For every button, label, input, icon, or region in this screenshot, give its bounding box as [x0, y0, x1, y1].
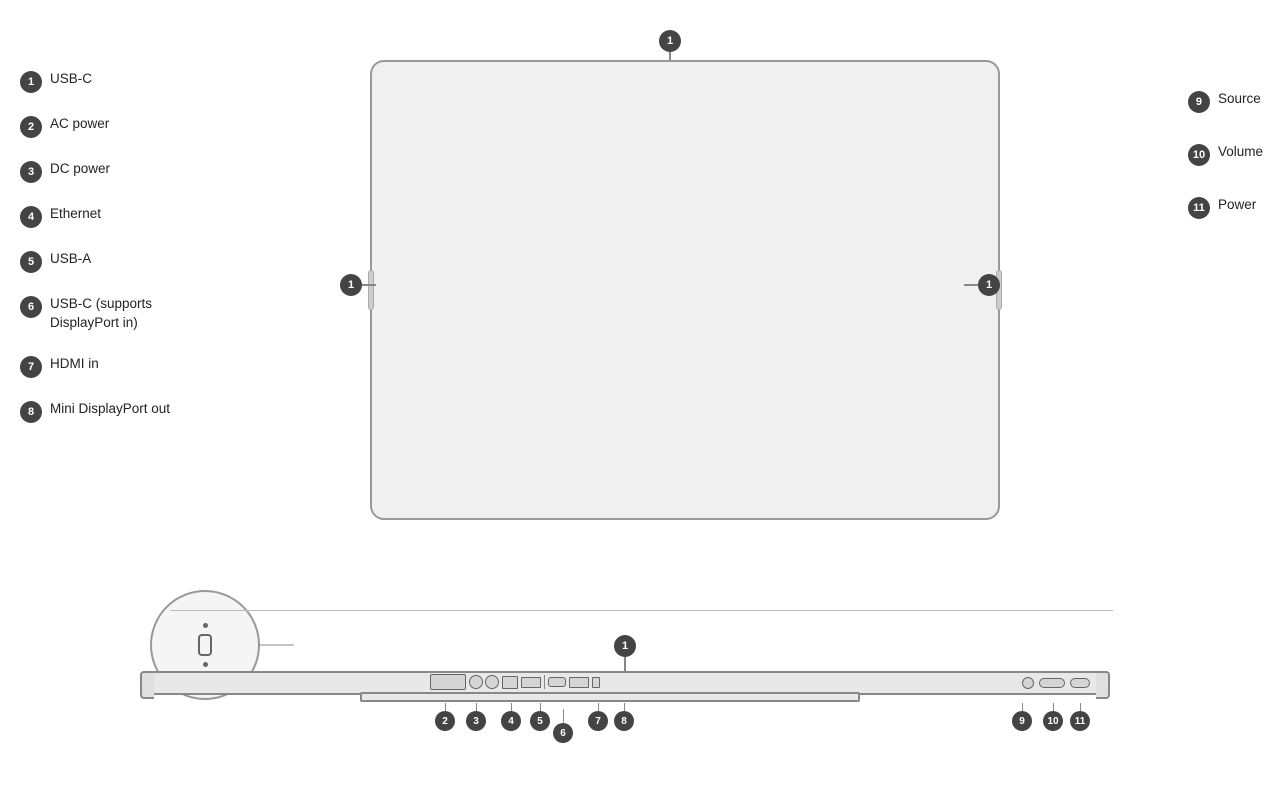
left-labels: 1 USB-C 2 AC power 3 DC power 4 Ethernet… — [20, 70, 170, 423]
bottom-section: 1 — [0, 615, 1283, 807]
device-front-view: 1 1 1 — [340, 30, 1000, 540]
bottom-badge-6: 6 — [553, 723, 573, 743]
label-text-9: Source — [1218, 90, 1261, 109]
bottom-badge-group-3: 3 — [466, 703, 486, 731]
label-4: 4 Ethernet — [20, 205, 170, 228]
label-3: 3 DC power — [20, 160, 170, 183]
port-minidp-bottom — [592, 677, 600, 688]
label-text-7: HDMI in — [50, 355, 99, 374]
bottom-badge-group-10: 10 — [1043, 703, 1063, 731]
bottom-badge-11: 11 — [1070, 711, 1090, 731]
label-text-2: AC power — [50, 115, 109, 134]
bottom-badge-group-5: 5 — [530, 703, 550, 731]
label-5: 5 USB-A — [20, 250, 170, 273]
right-labels: 9 Source 10 Volume 11 Power — [1188, 90, 1263, 219]
bottom-badge-2: 2 — [435, 711, 455, 731]
label-10: 10 Volume — [1188, 143, 1263, 166]
bottom-device-view: 1 — [140, 635, 1110, 735]
label-text-8: Mini DisplayPort out — [50, 400, 170, 419]
screen-rect — [370, 60, 1000, 520]
section-divider — [170, 610, 1113, 611]
port-usba-bottom — [521, 677, 541, 688]
power-button — [1070, 678, 1090, 688]
top-section: 1 USB-C 2 AC power 3 DC power 4 Ethernet… — [0, 10, 1283, 580]
port-hdmi-bottom — [569, 677, 589, 688]
badge-10: 10 — [1188, 144, 1210, 166]
bottom-badge-group-7: 7 — [588, 703, 608, 731]
label-8: 8 Mini DisplayPort out — [20, 400, 170, 423]
right-buttons — [1022, 677, 1090, 689]
badge-5: 5 — [20, 251, 42, 273]
bottom-badge-group-6: 6 — [553, 709, 573, 743]
bottom-badge-group-8: 8 — [614, 703, 634, 731]
label-text-1: USB-C — [50, 70, 92, 89]
label-1: 1 USB-C — [20, 70, 170, 93]
label-text-6: USB-C (supportsDisplayPort in) — [50, 295, 152, 333]
bottom-badge-3: 3 — [466, 711, 486, 731]
badge-3: 3 — [20, 161, 42, 183]
label-text-4: Ethernet — [50, 205, 101, 224]
port-eth-bottom — [502, 676, 518, 689]
bottom-badge-5: 5 — [530, 711, 550, 731]
badge-9: 9 — [1188, 91, 1210, 113]
diag-badge-top: 1 — [659, 30, 681, 52]
bottom-badge-4: 4 — [501, 711, 521, 731]
badge-2: 2 — [20, 116, 42, 138]
volume-button — [1039, 678, 1065, 688]
port-usbc-dp-bottom — [548, 677, 566, 687]
bottom-badge-group-11: 11 — [1070, 703, 1090, 731]
port-ac-bottom — [430, 674, 466, 690]
bottom-badge-8: 8 — [614, 711, 634, 731]
diag-badge-left: 1 — [340, 274, 362, 296]
label-text-5: USB-A — [50, 250, 91, 269]
bottom-badge-group-2: 2 — [435, 703, 455, 731]
label-text-10: Volume — [1218, 143, 1263, 162]
label-text-3: DC power — [50, 160, 110, 179]
badge-7: 7 — [20, 356, 42, 378]
port-dc-bottom — [469, 675, 499, 689]
bottom-badge-group-4: 4 — [501, 703, 521, 731]
badge-8: 8 — [20, 401, 42, 423]
bottom-badge-group-9: 9 — [1012, 703, 1032, 731]
bottom-badge-7: 7 — [588, 711, 608, 731]
label-6: 6 USB-C (supportsDisplayPort in) — [20, 295, 170, 333]
bottom-stand — [360, 692, 860, 702]
bottom-badge-10: 10 — [1043, 711, 1063, 731]
badge-6: 6 — [20, 296, 42, 318]
label-9: 9 Source — [1188, 90, 1263, 113]
label-text-11: Power — [1218, 196, 1256, 215]
label-11: 11 Power — [1188, 196, 1263, 219]
diag-badge-right: 1 — [978, 274, 1000, 296]
bottom-diag-badge-top: 1 — [614, 635, 636, 657]
badge-1: 1 — [20, 71, 42, 93]
ports-row — [430, 674, 600, 690]
label-7: 7 HDMI in — [20, 355, 170, 378]
badge-4: 4 — [20, 206, 42, 228]
bottom-badge-9: 9 — [1012, 711, 1032, 731]
badge-11: 11 — [1188, 197, 1210, 219]
source-button — [1022, 677, 1034, 689]
label-2: 2 AC power — [20, 115, 170, 138]
page: 1 USB-C 2 AC power 3 DC power 4 Ethernet… — [0, 0, 1283, 807]
